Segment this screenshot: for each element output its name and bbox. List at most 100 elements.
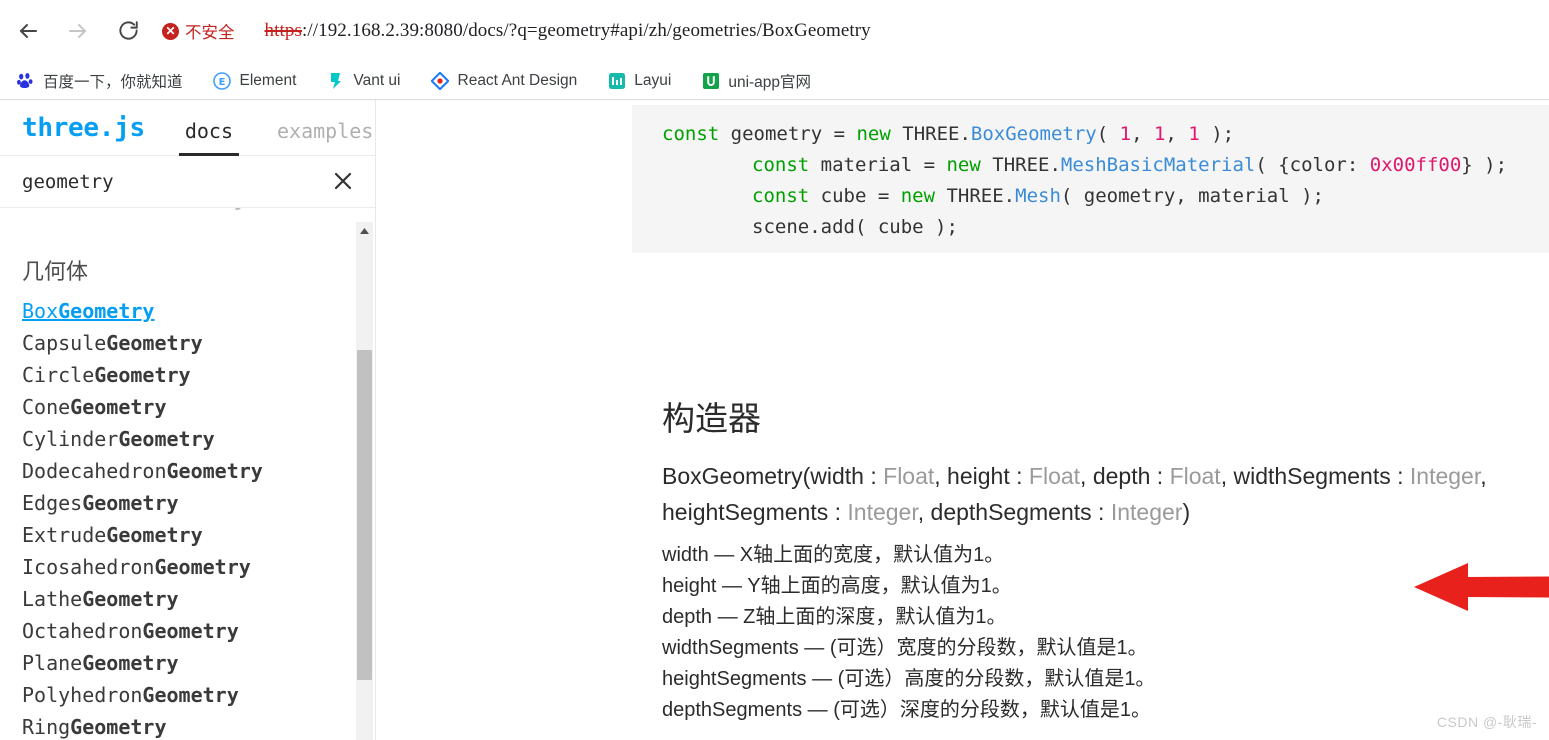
tab-examples[interactable]: examples	[271, 121, 375, 156]
threejs-logo[interactable]: three.js	[22, 113, 145, 143]
forward-button[interactable]	[56, 9, 100, 53]
clipped-item-row: Geometry	[0, 208, 375, 222]
arrow-right-icon	[66, 19, 90, 43]
sidebar-header: three.js docs examples	[0, 100, 375, 156]
sidebar-group-title: 几何体	[22, 259, 89, 284]
sidebar-list[interactable]: Geometry 几何体 BoxGeometryCapsuleGeometryC…	[0, 208, 375, 740]
code-line: const cube = new THREE.Mesh( geometry, m…	[632, 181, 1549, 212]
not-secure-icon: ✕	[162, 22, 179, 40]
code-token: (	[1096, 123, 1120, 145]
parameter-description: widthSegments — (可选）宽度的分段数，默认值是1。	[662, 637, 1148, 659]
item-prefix: Polyhedron	[22, 683, 143, 707]
tab-docs[interactable]: docs	[178, 121, 239, 156]
bookmark-item[interactable]: React Ant Design	[429, 67, 580, 95]
code-token: ,	[1131, 123, 1154, 145]
code-token: new	[900, 185, 947, 207]
code-line: const geometry = new THREE.BoxGeometry( …	[632, 119, 1549, 150]
code-token: 1	[1119, 123, 1132, 145]
bookmark-item[interactable]: Layui	[605, 67, 673, 95]
sidebar-item-boxgeometry[interactable]: BoxGeometry	[22, 295, 375, 327]
scrollbar-thumb[interactable]	[357, 350, 372, 680]
item-suffix: Geometry	[70, 395, 167, 419]
code-example-block: const geometry = new THREE.BoxGeometry( …	[632, 105, 1549, 253]
sidebar-item-conegeometry[interactable]: ConeGeometry	[22, 391, 375, 423]
code-token: const	[662, 123, 731, 145]
code-token: ,	[1165, 123, 1189, 145]
sidebar-item-edgesgeometry[interactable]: EdgesGeometry	[22, 487, 375, 519]
caret-up-icon	[359, 222, 370, 240]
ant-design-icon	[431, 71, 450, 90]
code-token: ( {color:	[1255, 154, 1370, 176]
code-token: THREE.	[902, 123, 971, 145]
code-token: material =	[820, 154, 947, 176]
sidebar-item-circlegeometry[interactable]: CircleGeometry	[22, 359, 375, 391]
item-prefix: Plane	[22, 651, 83, 675]
signature-text: , widthSegments :	[1220, 463, 1410, 489]
item-prefix: Cone	[22, 395, 71, 419]
url-rest: ://192.168.2.39:8080/docs/?q=geometry#ap…	[301, 20, 871, 41]
sidebar-item-icosahedrongeometry[interactable]: IcosahedronGeometry	[22, 551, 375, 583]
parameter-description: depth — Z轴上面的深度，默认值为1。	[662, 606, 1007, 628]
sidebar-item-extrudegeometry[interactable]: ExtrudeGeometry	[22, 519, 375, 551]
sidebar-tabs: docs examples	[178, 100, 375, 156]
sidebar-scrollbar[interactable]	[356, 222, 373, 740]
bookmark-item[interactable]: E Element	[211, 67, 299, 95]
sidebar-item-octahedrongeometry[interactable]: OctahedronGeometry	[22, 615, 375, 647]
docs-sidebar: three.js docs examples Geometry 几何体 BoxGe…	[0, 100, 376, 740]
code-token: 1	[1153, 123, 1166, 145]
sidebar-item-ringgeometry[interactable]: RingGeometry	[22, 711, 375, 740]
layui-icon	[607, 71, 626, 90]
item-suffix: Geometry	[82, 491, 179, 515]
parameter-description: width — X轴上面的宽度，默认值为1。	[662, 544, 1005, 566]
baidu-paw-icon	[16, 71, 35, 90]
sidebar-item-polyhedrongeometry[interactable]: PolyhedronGeometry	[22, 679, 375, 711]
code-token: new	[946, 154, 993, 176]
bookmark-item[interactable]: Vant ui	[324, 67, 402, 95]
search-input[interactable]	[22, 170, 302, 193]
sidebar-search-row	[0, 156, 375, 208]
item-suffix: Geometry	[142, 619, 239, 643]
item-prefix: Icosahedron	[22, 555, 155, 579]
sidebar-item-lathegeometry[interactable]: LatheGeometry	[22, 583, 375, 615]
sidebar-item-planegeometry[interactable]: PlaneGeometry	[22, 647, 375, 679]
security-label: 不安全	[185, 23, 235, 42]
code-token: cube =	[820, 185, 901, 207]
reload-button[interactable]	[106, 9, 150, 53]
item-suffix: Geometry	[82, 651, 179, 675]
address-bar[interactable]: ✕ 不安全 https://192.168.2.39:8080/docs/?q=…	[148, 12, 1534, 50]
constructor-signature: BoxGeometry(width : Float, height : Floa…	[662, 458, 1522, 530]
back-button[interactable]	[6, 9, 50, 53]
url-display[interactable]: https://192.168.2.39:8080/docs/?q=geomet…	[265, 20, 871, 42]
uniapp-icon	[701, 71, 720, 90]
item-prefix: Circle	[22, 363, 95, 387]
sidebar-items-container: BoxGeometry CapsuleGeometry CircleGeometry…	[0, 295, 375, 740]
code-token: Mesh	[1015, 185, 1061, 207]
security-badge[interactable]: ✕ 不安全	[158, 16, 245, 46]
sidebar-item-dodecahedrongeometry[interactable]: DodecahedronGeometry	[22, 455, 375, 487]
scroll-up-button[interactable]	[356, 222, 373, 239]
vant-ui-icon	[326, 71, 345, 90]
sidebar-item-capsulegeometry[interactable]: CapsuleGeometry	[22, 327, 375, 359]
item-prefix: Dodecahedron	[22, 459, 167, 483]
item-prefix: Cylinder	[22, 427, 119, 451]
bookmark-item[interactable]: 百度一下，你就知道	[14, 67, 185, 95]
clear-search-button[interactable]	[330, 170, 356, 196]
url-scheme: https	[264, 20, 302, 41]
code-token: ( geometry, material );	[1060, 185, 1324, 207]
item-prefix: Extrude	[22, 523, 107, 547]
constructor-heading: 构造器	[662, 400, 761, 437]
bookmark-label: 百度一下，你就知道	[43, 73, 183, 91]
param-type: Float	[883, 463, 935, 489]
bookmark-label: Vant ui	[353, 71, 401, 89]
code-token: scene.add( cube );	[752, 216, 958, 238]
bookmark-item[interactable]: uni-app官网	[699, 67, 813, 95]
param-type: Float	[1028, 463, 1081, 489]
signature-text: , depthSegments :	[917, 499, 1111, 525]
item-suffix: Geometry	[70, 715, 167, 739]
close-icon	[331, 169, 355, 198]
signature-text: , height :	[934, 463, 1029, 489]
param-type: Integer	[847, 499, 918, 525]
item-suffix: Geometry	[106, 523, 203, 547]
sidebar-item-cylindergeometry[interactable]: CylinderGeometry	[22, 423, 375, 455]
item-suffix: Geometry	[154, 555, 251, 579]
